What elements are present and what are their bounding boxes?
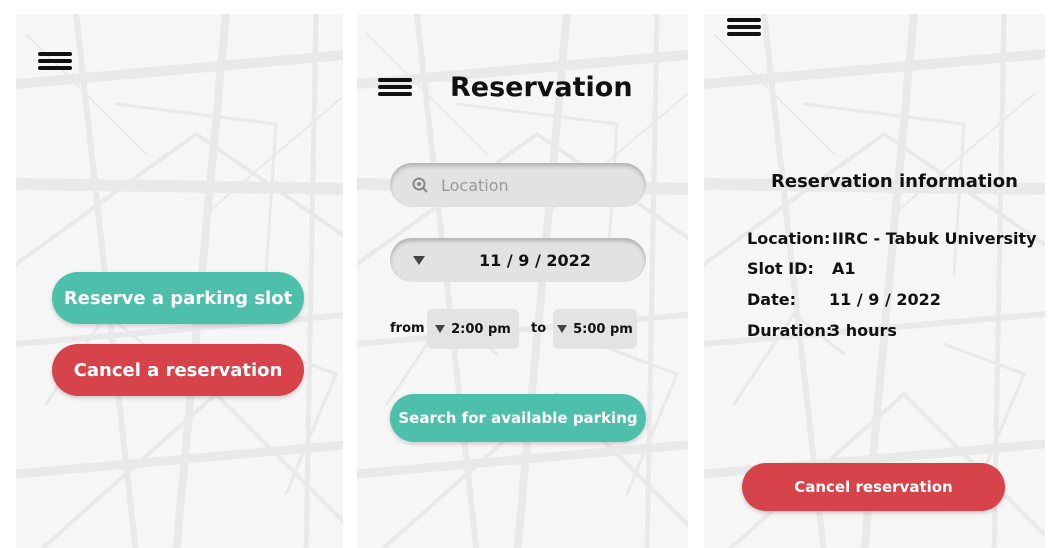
- info-key: Duration:: [747, 321, 833, 340]
- menu-icon[interactable]: [378, 78, 412, 99]
- info-value: 11 / 9 / 2022: [829, 290, 941, 309]
- info-value: IIRC - Tabuk University: [832, 229, 1037, 248]
- reservation-info-screen: Reservation information Location: IIRC -…: [704, 14, 1045, 548]
- info-value: A1: [832, 259, 856, 278]
- page-title: Reservation: [450, 72, 633, 103]
- info-title: Reservation information: [771, 171, 1018, 192]
- from-time-value: 2:00 pm: [451, 321, 511, 337]
- to-time-select[interactable]: 5:00 pm: [553, 309, 637, 349]
- to-label: to: [531, 321, 547, 336]
- search-location-icon: [412, 177, 428, 193]
- cancel-reservation-label: Cancel reservation: [794, 478, 953, 496]
- menu-icon[interactable]: [38, 52, 72, 73]
- from-label: from: [390, 321, 425, 336]
- reservation-screen: Reservation Location 11 / 9 / 2022 from …: [357, 14, 688, 548]
- cancel-button-label: Cancel a reservation: [73, 359, 283, 381]
- location-search-input[interactable]: Location: [390, 163, 646, 207]
- reserve-button-label: Reserve a parking slot: [63, 287, 293, 309]
- home-screen: Reserve a parking slot Cancel a reservat…: [16, 14, 343, 548]
- from-time-select[interactable]: 2:00 pm: [427, 309, 519, 349]
- date-select[interactable]: 11 / 9 / 2022: [390, 238, 646, 282]
- menu-icon[interactable]: [727, 18, 761, 39]
- cancel-reservation-button[interactable]: Cancel a reservation: [52, 344, 304, 396]
- info-key: Location:: [747, 229, 831, 248]
- cancel-reservation-button[interactable]: Cancel reservation: [742, 463, 1005, 511]
- info-value: 3 hours: [829, 321, 897, 340]
- dropdown-triangle-icon: [413, 255, 425, 265]
- date-value: 11 / 9 / 2022: [479, 250, 591, 270]
- reserve-parking-slot-button[interactable]: Reserve a parking slot: [52, 272, 304, 324]
- search-available-parking-button[interactable]: Search for available parking: [390, 394, 646, 442]
- info-key: Date:: [747, 290, 796, 309]
- info-key: Slot ID:: [747, 259, 814, 278]
- location-placeholder: Location: [441, 175, 509, 195]
- dropdown-triangle-icon: [435, 325, 446, 333]
- to-time-value: 5:00 pm: [573, 321, 633, 337]
- search-button-label: Search for available parking: [398, 409, 638, 427]
- dropdown-triangle-icon: [557, 325, 568, 333]
